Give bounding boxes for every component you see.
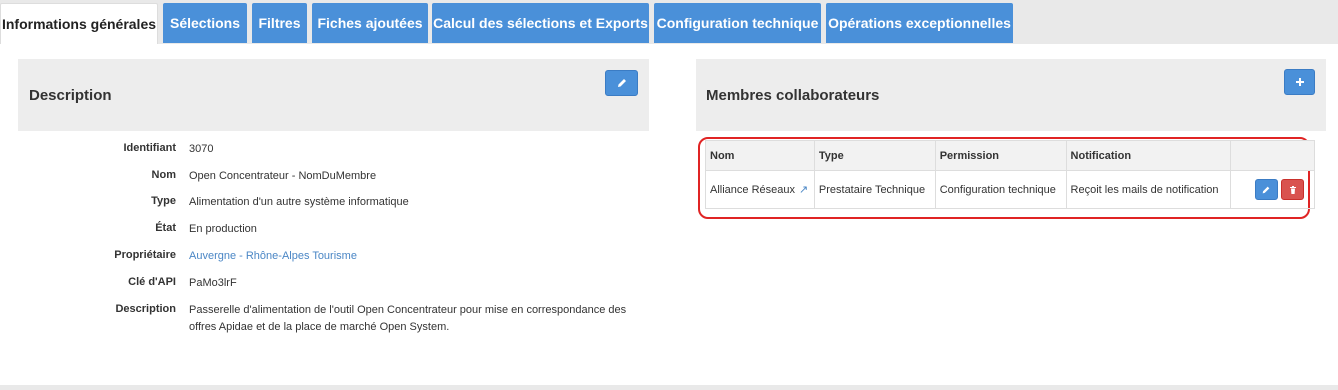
delete-member-button[interactable] — [1281, 179, 1304, 200]
table-header-row: Nom Type Permission Notification — [705, 140, 1315, 171]
field-label: Identifiant — [123, 142, 176, 154]
plus-icon — [1295, 78, 1304, 86]
member-permission: Configuration technique — [934, 170, 1067, 209]
edit-description-button[interactable] — [605, 70, 638, 96]
field-label: Description — [115, 303, 176, 315]
tab-selections[interactable]: Sélections — [163, 3, 247, 43]
field-label: Type — [151, 195, 176, 207]
member-notification: Reçoit les mails de notification — [1065, 170, 1232, 209]
column-header-actions — [1230, 140, 1315, 171]
trash-icon — [1289, 185, 1296, 194]
column-header: Type — [813, 140, 936, 171]
members-table: Nom Type Permission Notification Allianc… — [705, 140, 1315, 209]
pencil-icon — [617, 79, 626, 87]
tab-fiches-ajoutees[interactable]: Fiches ajoutées — [312, 3, 428, 43]
column-header: Notification — [1065, 140, 1232, 171]
member-name-cell: Alliance Réseaux ↗ — [705, 170, 815, 209]
tab-bar: Informations générales Sélections Filtre… — [0, 0, 1338, 44]
edit-member-button[interactable] — [1254, 179, 1278, 200]
field-value: PaMo3lrF — [189, 277, 237, 289]
field-value: Alimentation d'un autre système informat… — [189, 196, 409, 208]
pencil-icon — [1263, 186, 1270, 193]
bottom-divider — [0, 385, 1338, 390]
members-title: Membres collaborateurs — [706, 87, 880, 104]
tab-filtres[interactable]: Filtres — [252, 3, 307, 43]
tab-configuration-technique[interactable]: Configuration technique — [654, 3, 821, 43]
table-row: Alliance Réseaux ↗ Prestataire Technique … — [705, 170, 1315, 209]
external-link-icon[interactable]: ↗ — [799, 184, 808, 196]
description-title: Description — [29, 87, 112, 104]
field-label: Clé d'API — [128, 276, 176, 288]
member-actions — [1230, 170, 1315, 209]
column-header: Permission — [934, 140, 1067, 171]
field-value: Open Concentrateur - NomDuMembre — [189, 170, 377, 182]
description-panel-header — [18, 59, 649, 131]
member-name[interactable]: Alliance Réseaux — [710, 184, 795, 196]
field-value: 3070 — [189, 143, 214, 155]
field-label: Propriétaire — [114, 249, 176, 261]
field-value: En production — [189, 223, 257, 235]
tab-informations-generales[interactable]: Informations générales — [0, 3, 158, 44]
field-label: État — [155, 222, 176, 234]
tab-calcul-exports[interactable]: Calcul des sélections et Exports — [432, 3, 649, 43]
add-member-button[interactable] — [1284, 69, 1315, 95]
field-value: Passerelle d'alimentation de l'outil Ope… — [189, 304, 627, 333]
column-header: Nom — [705, 140, 815, 171]
proprietaire-link[interactable]: Auvergne - Rhône-Alpes Tourisme — [189, 248, 629, 265]
field-label: Nom — [151, 169, 176, 181]
tab-operations-exceptionnelles[interactable]: Opérations exceptionnelles — [826, 3, 1013, 43]
member-type: Prestataire Technique — [813, 170, 936, 209]
